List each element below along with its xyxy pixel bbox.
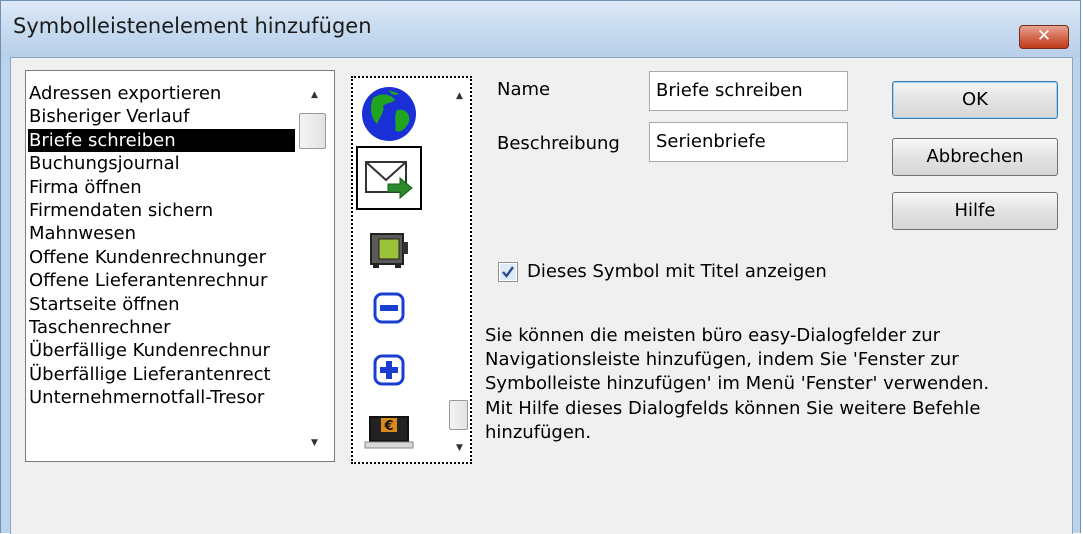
plus-icon[interactable] [359,340,419,400]
help-button[interactable]: Hilfe [892,192,1058,230]
show-title-label: Dieses Symbol mit Titel anzeigen [527,261,827,282]
info-line: hinzufügen. [485,421,592,443]
ok-button[interactable]: OK [892,81,1058,119]
info-text: Sie können die meisten büro easy-Dialogf… [485,324,1075,445]
command-listbox[interactable]: Adressen exportieren Bisheriger Verlauf Br… [25,70,335,462]
list-item[interactable]: Briefe schreiben [28,128,298,153]
list-item[interactable]: Firma öffnen [28,176,298,199]
list-item[interactable]: Bisheriger Verlauf [28,105,298,128]
close-button[interactable]: ✕ [1019,25,1069,49]
command-list-items: Adressen exportieren Bisheriger Verlauf Br… [28,82,298,409]
globe-icon[interactable] [359,84,419,144]
cancel-button[interactable]: Abbrechen [892,138,1058,176]
svg-text:€: € [383,419,393,434]
icon-scroll-down-arrow-icon[interactable]: ▼ [449,438,470,458]
list-item[interactable]: Überfällige Kundenrechnur [28,339,298,362]
info-line: Symbolleiste hinzufügen' im Menü 'Fenste… [485,373,990,395]
dialog-body: Adressen exportieren Bisheriger Verlauf Br… [10,57,1073,534]
list-item[interactable]: Offene Lieferantenrechnur [28,269,298,292]
command-list-scrollbar[interactable]: ▲ ▼ [295,71,334,461]
title-bar[interactable]: Symbolleistenelement hinzufügen ✕ [1,1,1080,57]
checkmark-icon [500,264,516,280]
list-item[interactable]: Mahnwesen [28,222,298,245]
list-item[interactable]: Unternehmernotfall-Tresor [28,386,298,409]
show-title-checkbox[interactable] [498,262,518,282]
window-title: Symbolleistenelement hinzufügen [13,14,372,38]
icon-listbox[interactable]: € ▲ ▼ [351,76,472,464]
list-item[interactable]: Offene Kundenrechnunger [28,246,298,269]
scroll-up-arrow-icon[interactable]: ▲ [295,85,334,105]
description-input[interactable]: Serienbriefe [649,122,848,162]
dialog-window: Symbolleistenelement hinzufügen ✕ Adress… [0,0,1081,534]
list-item[interactable]: Startseite öffnen [28,293,298,316]
scroll-down-arrow-icon[interactable]: ▼ [295,433,334,453]
icon-list-scrollbar[interactable]: ▲ ▼ [449,78,470,462]
info-line: Sie können die meisten büro easy-Dialogf… [485,325,941,346]
envelope-arrow-icon[interactable] [356,146,422,210]
list-item[interactable]: Adressen exportieren [28,82,298,105]
icon-list-scroll-thumb[interactable] [449,400,468,430]
info-line: Mit Hilfe dieses Dialogfelds können Sie … [485,397,981,419]
safe-icon[interactable] [359,218,419,278]
description-label: Beschreibung [497,133,620,154]
name-label: Name [497,79,551,100]
euro-monitor-icon[interactable]: € [359,404,419,462]
icon-scroll-up-arrow-icon[interactable]: ▲ [449,86,470,106]
info-line: Navigationsleiste hinzufügen, indem Sie … [485,349,959,371]
list-item[interactable]: Buchungsjournal [28,152,298,175]
name-input[interactable]: Briefe schreiben [649,71,848,111]
list-item[interactable]: Überfällige Lieferantenrect [28,363,298,386]
list-item[interactable]: Taschenrechner [28,316,298,339]
minus-icon[interactable] [359,278,419,338]
list-item[interactable]: Firmendaten sichern [28,199,298,222]
command-list-scroll-thumb[interactable] [299,113,326,149]
close-icon: ✕ [1036,26,1052,46]
